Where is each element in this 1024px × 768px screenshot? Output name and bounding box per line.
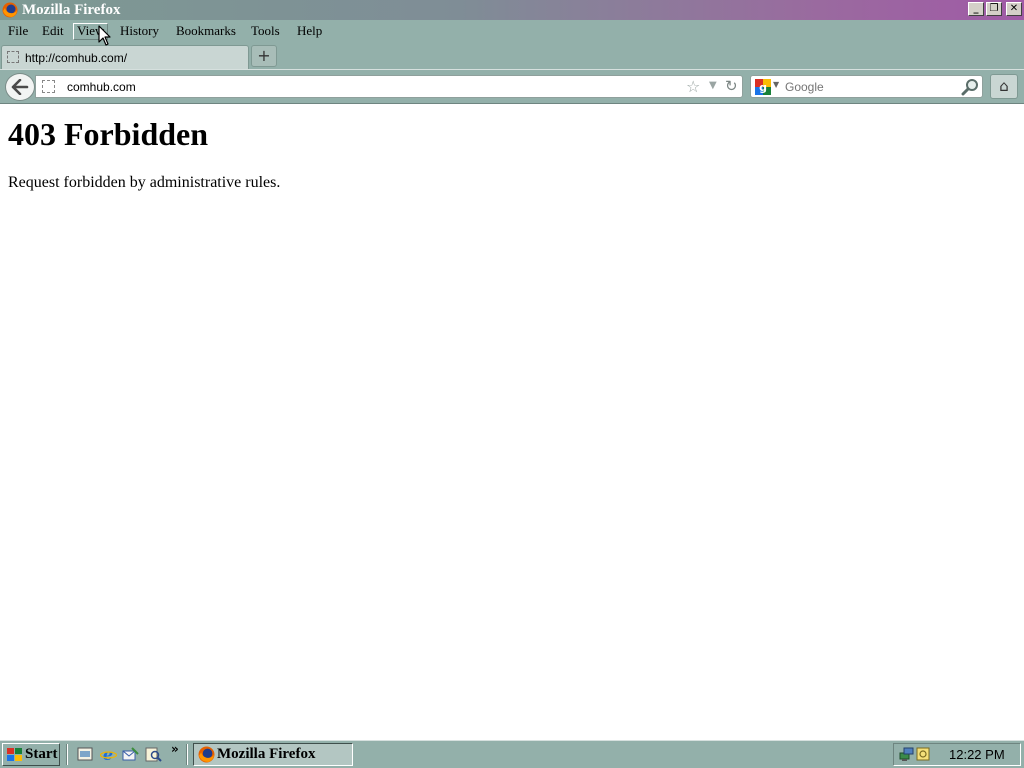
- taskbar-button-label: Mozilla Firefox: [217, 746, 316, 762]
- default-favicon-icon: [7, 51, 19, 63]
- engine-dropdown-icon[interactable]: ▼: [773, 80, 779, 89]
- minimize-button[interactable]: _: [968, 2, 984, 16]
- clock[interactable]: 12:22 PM: [949, 747, 1005, 763]
- bookmark-star-icon[interactable]: ☆: [686, 77, 700, 96]
- history-dropmarker-icon[interactable]: ▼: [709, 80, 717, 91]
- window-title-bar[interactable]: Mozilla Firefox _ ❐ ✕: [0, 0, 1024, 20]
- menu-file[interactable]: File: [5, 23, 31, 40]
- search-icon[interactable]: [961, 78, 979, 96]
- menu-history[interactable]: History: [117, 23, 162, 40]
- home-button[interactable]: ⌂: [990, 74, 1018, 99]
- start-label: Start: [25, 746, 58, 762]
- menu-bar: File Edit View History Bookmarks Tools H…: [0, 20, 1024, 42]
- firefox-icon: [198, 746, 215, 763]
- search-bar[interactable]: g ▼: [750, 75, 983, 98]
- ime-icon[interactable]: [916, 746, 930, 762]
- maximize-button[interactable]: ❐: [986, 2, 1002, 16]
- windows-logo-icon: [7, 748, 22, 761]
- site-identity-icon[interactable]: [42, 80, 55, 93]
- taskbar-button-firefox[interactable]: Mozilla Firefox: [193, 743, 353, 766]
- taskbar-separator: [186, 744, 188, 765]
- internet-explorer-icon[interactable]: e: [100, 746, 117, 763]
- menu-help[interactable]: Help: [294, 23, 325, 40]
- home-icon: ⌂: [999, 77, 1009, 95]
- search-icon[interactable]: [145, 746, 162, 763]
- new-tab-button[interactable]: +: [251, 45, 277, 67]
- mouse-cursor-icon: [98, 25, 111, 46]
- quick-launch-separator: [66, 744, 68, 765]
- back-button[interactable]: [5, 73, 35, 101]
- start-button[interactable]: Start: [2, 743, 60, 766]
- network-icon[interactable]: [899, 746, 915, 762]
- svg-text:g: g: [759, 81, 767, 94]
- back-arrow-icon: [11, 78, 29, 96]
- show-desktop-icon[interactable]: [77, 746, 94, 763]
- page-message: Request forbidden by administrative rule…: [8, 174, 281, 191]
- quick-launch-more-button[interactable]: »: [171, 742, 179, 756]
- firefox-icon: [2, 2, 18, 18]
- search-input[interactable]: [785, 78, 955, 95]
- google-icon[interactable]: g: [755, 79, 771, 95]
- menu-tools[interactable]: Tools: [248, 23, 283, 40]
- menu-edit[interactable]: Edit: [39, 23, 67, 40]
- url-text[interactable]: comhub.com: [67, 80, 136, 94]
- page-content: 403 Forbidden Request forbidden by admin…: [0, 104, 1024, 740]
- tab-comhub[interactable]: http://comhub.com/: [1, 45, 249, 69]
- url-bar[interactable]: comhub.com ☆ ▼ ↻: [35, 75, 743, 98]
- tab-strip: http://comhub.com/: [0, 42, 1024, 69]
- reload-icon[interactable]: ↻: [725, 77, 738, 95]
- outlook-express-icon[interactable]: [122, 746, 139, 763]
- tab-label: http://comhub.com/: [25, 51, 128, 65]
- window-title: Mozilla Firefox: [22, 2, 121, 18]
- page-heading: 403 Forbidden: [8, 116, 209, 152]
- svg-text:e: e: [103, 746, 113, 763]
- system-tray: 12:22 PM: [893, 743, 1021, 766]
- close-button[interactable]: ✕: [1006, 2, 1022, 16]
- menu-bookmarks[interactable]: Bookmarks: [173, 23, 239, 40]
